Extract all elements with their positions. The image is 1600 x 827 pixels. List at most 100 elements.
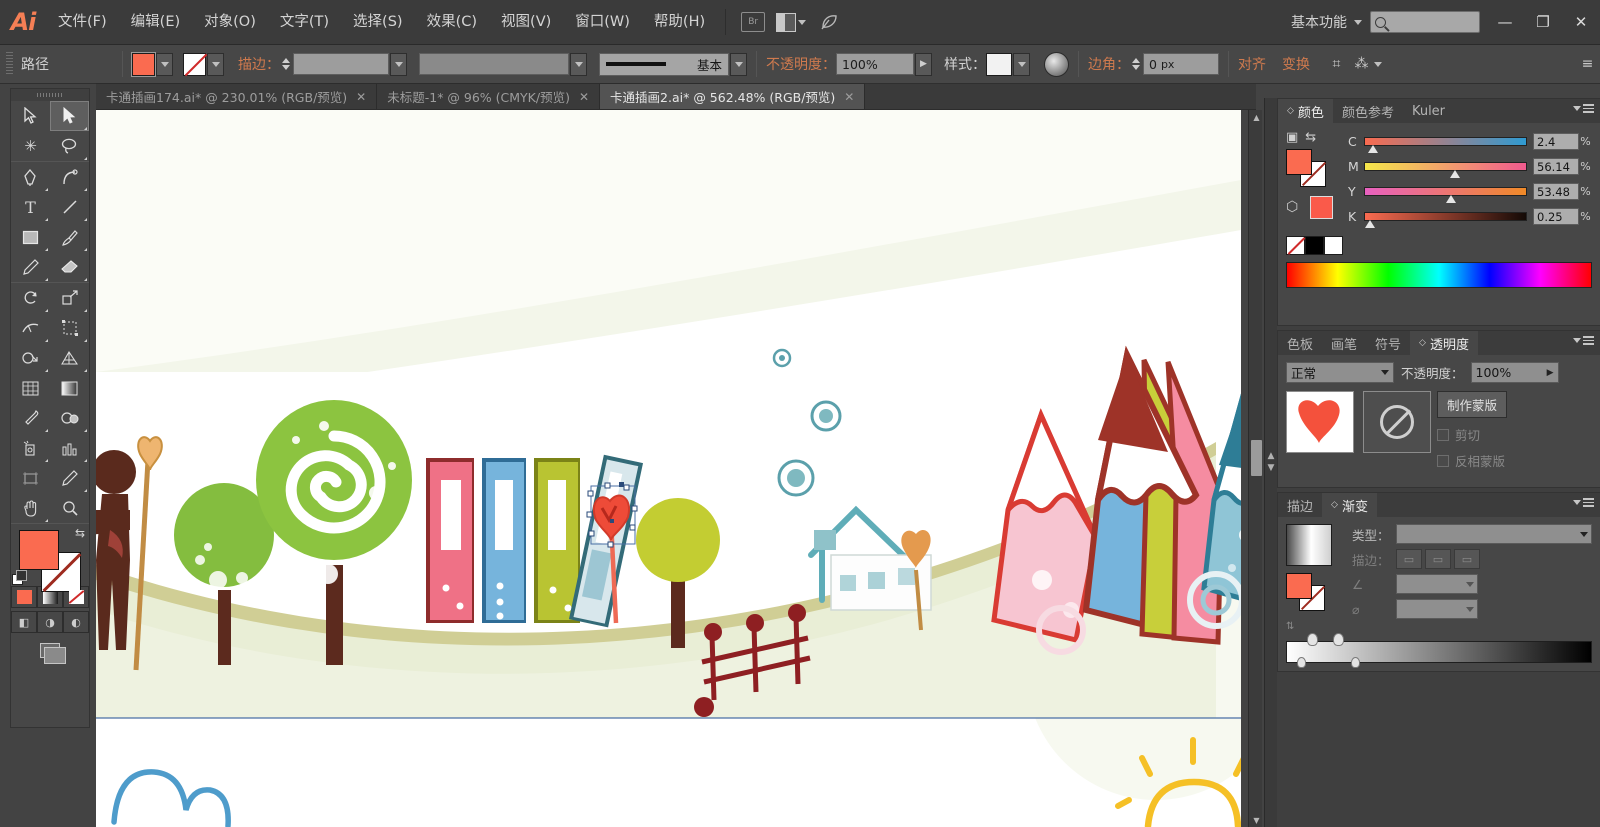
blend-tool[interactable] [50,403,89,433]
tab-swatches[interactable]: 色板 [1278,331,1322,355]
menu-object[interactable]: 对象(O) [192,0,268,45]
slider-track-y[interactable] [1364,187,1527,203]
brush-definition-dropdown[interactable]: 基本 [599,52,729,76]
scroll-up-arrow-icon[interactable]: ▲ [1251,111,1262,123]
menu-view[interactable]: 视图(V) [489,0,563,45]
gradient-midpoint-2[interactable] [1351,657,1360,668]
default-fill-stroke-icon[interactable] [12,570,27,585]
draw-inside-icon[interactable]: ◐ [63,611,89,633]
gradient-type-dropdown[interactable] [1396,524,1592,544]
stroke-profile-dropdown[interactable] [419,53,569,75]
mesh-tool[interactable] [11,373,50,403]
document-tab-1[interactable]: 卡通插画174.ai* @ 230.01% (RGB/预览) ✕ [96,83,378,109]
close-icon[interactable]: ✕ [579,90,589,104]
menu-file[interactable]: 文件(F) [46,0,119,45]
scroll-down-arrow-icon[interactable]: ▼ [1251,814,1262,826]
shape-builder-tool[interactable] [11,343,50,373]
line-segment-tool[interactable] [50,192,89,222]
color-spectrum-bar[interactable] [1286,262,1592,288]
gradient-angle-input[interactable] [1396,574,1478,594]
opacity-flyout[interactable]: ▶ [915,52,932,76]
dock-collapse-handle[interactable]: ▲ ▼ [1265,98,1277,827]
type-tool[interactable]: T [11,192,50,222]
free-transform-tool[interactable] [50,313,89,343]
stock-leaf-icon[interactable] [814,9,844,35]
rotate-tool[interactable] [11,283,50,313]
select-similar-caret-icon[interactable] [1374,61,1382,67]
slider-value-m[interactable]: 56.14 [1533,158,1579,175]
swap-fill-stroke-icon[interactable]: ⇆ [75,526,85,540]
color-fill-swatch[interactable] [1286,149,1312,175]
gradient-panel-menu-icon[interactable] [1573,498,1594,507]
gradient-stop-mid[interactable] [1333,633,1344,646]
fill-swatch-group[interactable] [131,51,173,77]
close-icon[interactable]: ✕ [844,90,854,104]
tab-kuler[interactable]: Kuler [1403,99,1454,123]
close-icon[interactable]: ✕ [356,90,366,104]
gradient-midpoint-1[interactable] [1297,657,1306,668]
menu-select[interactable]: 选择(S) [341,0,415,45]
menu-edit[interactable]: 编辑(E) [119,0,192,45]
bridge-icon[interactable]: Br [738,9,768,35]
clip-checkbox-row[interactable]: 剪切 [1437,425,1592,444]
perspective-grid-tool[interactable] [50,343,89,373]
stroke-swatch[interactable] [183,52,206,76]
close-button[interactable]: ✕ [1562,8,1600,36]
stroke-profile-caret[interactable] [570,52,587,76]
select-similar-objects-icon[interactable]: ⁂ [1349,53,1374,76]
arrange-documents-icon[interactable] [776,9,807,35]
gradient-slider-bar[interactable] [1286,633,1592,668]
gradient-aspect-input[interactable] [1396,599,1478,619]
slice-tool[interactable] [50,463,89,493]
opacity-mask-icon[interactable] [1044,51,1069,77]
transform-button[interactable]: 变换 [1282,54,1310,74]
swatch-black[interactable] [1305,236,1324,255]
pen-tool[interactable] [11,162,50,192]
draw-behind-icon[interactable]: ◑ [37,611,63,633]
tab-gradient[interactable]: ◇ 渐变 [1322,493,1377,517]
curvature-tool[interactable] [50,162,89,192]
hand-tool[interactable] [11,493,50,523]
invert-mask-checkbox[interactable] [1437,454,1449,467]
scale-tool[interactable] [50,283,89,313]
color-cube-icon[interactable]: ⬡ [1286,199,1303,216]
gradient-fill-swatch[interactable] [1286,573,1312,599]
column-graph-tool[interactable] [50,433,89,463]
tab-color[interactable]: ◇ 颜色 [1278,99,1333,123]
menu-window[interactable]: 窗口(W) [563,0,642,45]
color-panel-swatch-icon[interactable]: ▣ [1286,130,1298,145]
swatch-none[interactable] [1286,236,1305,255]
magic-wand-tool[interactable]: ✳ [11,131,50,161]
invert-mask-checkbox-row[interactable]: 反相蒙版 [1437,451,1592,470]
slider-track-m[interactable] [1364,162,1527,178]
tab-brushes[interactable]: 画笔 [1322,331,1366,355]
mask-thumbnail[interactable] [1363,391,1431,453]
slider-value-k[interactable]: 0.25 [1533,208,1579,225]
menu-help[interactable]: 帮助(H) [642,0,717,45]
out-of-gamut-chip[interactable] [1310,196,1333,219]
clip-checkbox[interactable] [1437,428,1449,441]
stroke-dropdown-button[interactable] [207,52,224,76]
fill-color-swatch[interactable] [19,530,59,570]
graphic-style-caret[interactable] [1013,52,1030,76]
control-bar-grip[interactable] [6,52,13,76]
paintbrush-tool[interactable] [50,222,89,252]
corner-stepper[interactable] [1130,53,1141,75]
stroke-gradient-along-icon[interactable]: ▭ [1425,549,1451,569]
minimize-button[interactable]: — [1486,8,1524,36]
canvas[interactable] [96,110,1241,827]
control-bar-flyout-icon[interactable]: ≡ [1575,53,1600,76]
tab-stroke[interactable]: 描边 [1278,493,1322,517]
stroke-gradient-across-icon[interactable]: ▭ [1454,549,1480,569]
tab-transparency[interactable]: ◇ 透明度 [1410,331,1478,355]
opacity-input[interactable]: 100% [836,53,914,75]
workspace-switcher[interactable]: 基本功能 [1291,12,1362,32]
make-mask-button[interactable]: 制作蒙版 [1437,391,1508,418]
brush-definition-caret[interactable] [730,52,747,76]
width-tool[interactable] [11,313,50,343]
document-tab-3[interactable]: 卡通插画2.ai* @ 562.48% (RGB/预览) ✕ [600,83,866,109]
selection-tool[interactable] [11,101,50,131]
fill-dropdown-button[interactable] [156,52,173,76]
canvas-vertical-scrollbar[interactable]: ▲ ▼ [1248,110,1262,827]
artboard-tool[interactable] [11,463,50,493]
